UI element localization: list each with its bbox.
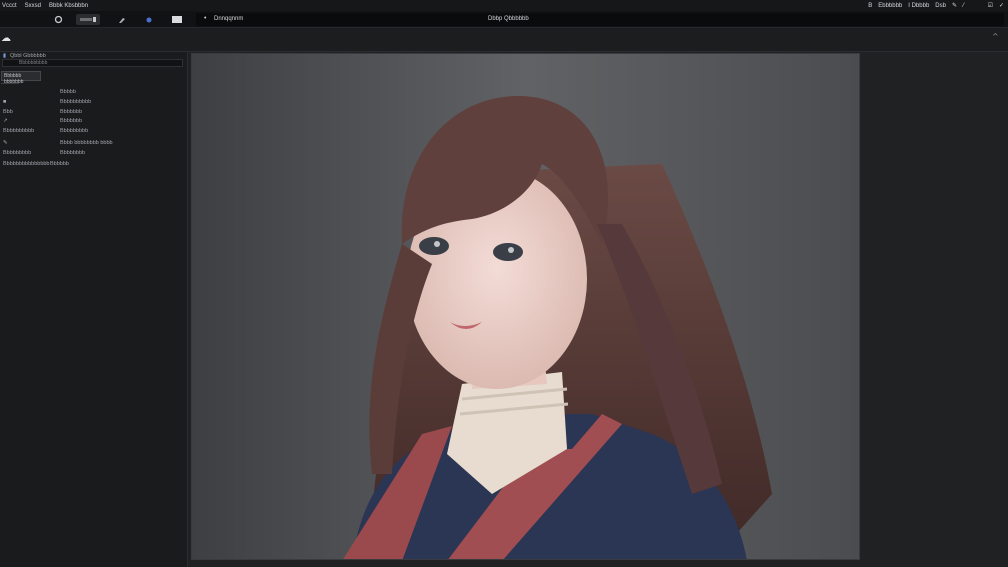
- menu-item-1[interactable]: Vccct: [2, 3, 17, 9]
- color-dot-icon[interactable]: [143, 14, 155, 25]
- collapse-icon[interactable]: ⌃: [991, 31, 1000, 44]
- brush-tool-icon[interactable]: [116, 14, 128, 25]
- list-item[interactable]: ↗ Bbbbbbb: [0, 117, 188, 126]
- list-item[interactable]: Bbbbbbbbb Bbbbbbbb: [0, 149, 188, 158]
- row-right: Bbbb bbbbbbbb bbbb: [60, 140, 113, 146]
- row-mid: Bbbbbb: [50, 161, 69, 167]
- status-2: I Dbbbb: [908, 2, 930, 9]
- row-right: Bbbbbbb: [60, 109, 83, 115]
- search-input[interactable]: Bbbbbbbbbb: [2, 59, 183, 67]
- list-item[interactable]: Bbbbbbbbbb Bbbbbbbbb: [0, 127, 188, 136]
- list-item[interactable]: ✎ Bbbb bbbbbbbb bbbb: [0, 139, 188, 148]
- canvas-image[interactable]: [191, 53, 860, 560]
- options-bar: ☁ ⌃: [0, 28, 1008, 52]
- pen-icon[interactable]: ✎: [952, 2, 957, 9]
- row-right: Bbbbbbb: [60, 118, 83, 124]
- row-left: Bbbbbbbbbbbbbbb: [3, 161, 50, 167]
- row-left: Bbbbbbbbb: [3, 150, 32, 156]
- square-icon: ■: [3, 99, 7, 105]
- status-3: Dsb: [935, 2, 946, 9]
- portrait-illustration: [192, 54, 859, 559]
- check-icon[interactable]: ✓: [999, 2, 1004, 9]
- checkbox-icon[interactable]: ☑: [988, 2, 993, 9]
- row-right: Bbbbbbbbb: [60, 128, 89, 134]
- toolbar: • Dnnqqnnm Dbbp Qbbbbbb: [0, 11, 1008, 28]
- row-mid: Bbbbb: [60, 89, 76, 95]
- row-left: Bbbbbbbbbb: [3, 128, 35, 134]
- search-value: Bbbbbbbbbb: [19, 60, 48, 66]
- pen-small-icon: ✎: [3, 140, 8, 146]
- section-label-box: Bbbbbb bbbbbbb: [1, 71, 41, 85]
- status-b: B: [868, 2, 873, 9]
- brush-icon[interactable]: ⁄: [963, 3, 964, 9]
- list-item[interactable]: Bbbbb: [0, 88, 188, 97]
- list-item[interactable]: ■ Bbbbbbbbbb: [0, 98, 188, 107]
- menu-bar: Vccct Sxxsd Bbbk Kbsbbbn B Ebbbbbb I Dbb…: [0, 0, 1008, 11]
- row-right: Bbbbbbbb: [60, 150, 86, 156]
- menu-item-3[interactable]: Bbbk Kbsbbbn: [49, 3, 88, 9]
- undo-icon[interactable]: [50, 14, 66, 25]
- list-item[interactable]: Bbb Bbbbbbb: [0, 108, 188, 117]
- menu-item-2[interactable]: Sxxsd: [25, 3, 41, 9]
- properties-panel: ▮ Qbbl Gbbbbbb Bbbbbbbbbb Bbbbbb bbbbbbb…: [0, 52, 188, 567]
- window-controls: ☑ ✓: [988, 0, 1004, 11]
- status-area: B Ebbbbbb I Dbbbb Dsb ✎ ⁄: [868, 0, 964, 11]
- arrow-icon: ↗: [3, 118, 8, 124]
- row-left: Bbb: [3, 109, 13, 115]
- tool-select-button[interactable]: [76, 14, 100, 25]
- row-right: Bbbbbbbbbb: [60, 99, 92, 105]
- tab-dot-icon: •: [204, 15, 207, 22]
- document-tab-bar[interactable]: • Dnnqqnnm Dbbp Qbbbbbb: [196, 13, 1004, 26]
- status-1: Ebbbbbb: [878, 2, 903, 9]
- divider: [1, 83, 19, 84]
- layers-icon[interactable]: [168, 14, 186, 25]
- document-title: Dbbp Qbbbbbb: [488, 16, 529, 22]
- tab-label[interactable]: Dnnqqnnm: [214, 16, 243, 22]
- cloud-icon[interactable]: ☁: [1, 33, 11, 44]
- list-item[interactable]: Bbbbbbbbbbbbbbb Bbbbbb: [0, 160, 188, 169]
